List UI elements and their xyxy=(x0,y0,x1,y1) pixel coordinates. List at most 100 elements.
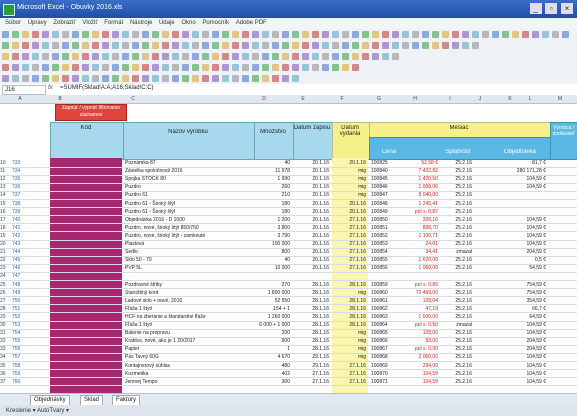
toolbar-button-icon[interactable] xyxy=(282,53,289,60)
toolbar-button-icon[interactable] xyxy=(322,53,329,60)
toolbar-button-icon[interactable] xyxy=(172,31,179,38)
toolbar-button-icon[interactable] xyxy=(332,31,339,38)
toolbar-button-icon[interactable] xyxy=(112,75,119,82)
toolbar-button-icon[interactable] xyxy=(362,53,369,60)
toolbar-button-icon[interactable] xyxy=(252,64,259,71)
toolbar-button-icon[interactable] xyxy=(352,53,359,60)
toolbar-button-icon[interactable] xyxy=(192,42,199,49)
toolbar-button-icon[interactable] xyxy=(182,53,189,60)
toolbar-button-icon[interactable] xyxy=(162,64,169,71)
toolbar-button-icon[interactable] xyxy=(32,31,39,38)
toolbar-button-icon[interactable] xyxy=(142,64,149,71)
toolbar-button-icon[interactable] xyxy=(222,53,229,60)
toolbar-button-icon[interactable] xyxy=(162,75,169,82)
toolbar-button-icon[interactable] xyxy=(252,42,259,49)
toolbar-button-icon[interactable] xyxy=(132,53,139,60)
toolbar-button-icon[interactable] xyxy=(32,75,39,82)
toolbar-button-icon[interactable] xyxy=(272,31,279,38)
toolbar-button-icon[interactable] xyxy=(162,31,169,38)
toolbar-button-icon[interactable] xyxy=(132,42,139,49)
toolbar-button-icon[interactable] xyxy=(402,42,409,49)
toolbar-button-icon[interactable] xyxy=(432,31,439,38)
toolbar-button-icon[interactable] xyxy=(442,31,449,38)
toolbar-button-icon[interactable] xyxy=(392,53,399,60)
toolbar-button-icon[interactable] xyxy=(112,31,119,38)
formula-input[interactable]: =SUMIF(Sklad!A:A;A16;Sklad!C:C) xyxy=(60,85,154,91)
toolbar-button-icon[interactable] xyxy=(232,53,239,60)
toolbar-button-icon[interactable] xyxy=(212,64,219,71)
toolbar-button-icon[interactable] xyxy=(132,75,139,82)
toolbar-button-icon[interactable] xyxy=(62,75,69,82)
toolbar-button-icon[interactable] xyxy=(212,75,219,82)
toolbar-button-icon[interactable] xyxy=(432,42,439,49)
toolbar-button-icon[interactable] xyxy=(282,75,289,82)
toolbar-button-icon[interactable] xyxy=(502,31,509,38)
toolbar-button-icon[interactable] xyxy=(352,42,359,49)
toolbar-button-icon[interactable] xyxy=(82,31,89,38)
toolbar-button-icon[interactable] xyxy=(52,75,59,82)
column-letter[interactable]: L xyxy=(520,95,540,103)
toolbar-button-icon[interactable] xyxy=(242,42,249,49)
toolbar-button-icon[interactable] xyxy=(212,31,219,38)
toolbar-button-icon[interactable] xyxy=(212,42,219,49)
toolbar-button-icon[interactable] xyxy=(82,42,89,49)
toolbar-button-icon[interactable] xyxy=(402,31,409,38)
toolbar-button-icon[interactable] xyxy=(462,31,469,38)
toolbar-button-icon[interactable] xyxy=(392,42,399,49)
toolbar-button-icon[interactable] xyxy=(382,53,389,60)
toolbar-button-icon[interactable] xyxy=(192,53,199,60)
toolbar-button-icon[interactable] xyxy=(142,31,149,38)
toolbar-button-icon[interactable] xyxy=(352,31,359,38)
toolbar-button-icon[interactable] xyxy=(472,31,479,38)
name-box[interactable]: J16 xyxy=(2,85,46,95)
toolbar-button-icon[interactable] xyxy=(152,42,159,49)
toolbar-button-icon[interactable] xyxy=(172,64,179,71)
menu-insert[interactable]: Vložiť xyxy=(82,18,97,29)
toolbar-button-icon[interactable] xyxy=(242,31,249,38)
toolbar-button-icon[interactable] xyxy=(242,53,249,60)
toolbar-button-icon[interactable] xyxy=(2,53,9,60)
toolbar-button-icon[interactable] xyxy=(302,42,309,49)
toolbar-button-icon[interactable] xyxy=(272,75,279,82)
toolbar-button-icon[interactable] xyxy=(302,64,309,71)
toolbar-button-icon[interactable] xyxy=(492,31,499,38)
toolbar-button-icon[interactable] xyxy=(112,42,119,49)
toolbar-button-icon[interactable] xyxy=(122,75,129,82)
toolbar-button-icon[interactable] xyxy=(52,42,59,49)
toolbar-button-icon[interactable] xyxy=(42,53,49,60)
toolbar-button-icon[interactable] xyxy=(92,42,99,49)
toolbar-button-icon[interactable] xyxy=(122,64,129,71)
toolbar-button-icon[interactable] xyxy=(192,75,199,82)
toolbar-button-icon[interactable] xyxy=(82,53,89,60)
column-letter[interactable]: K xyxy=(500,95,520,103)
toolbar-button-icon[interactable] xyxy=(342,31,349,38)
toolbar-button-icon[interactable] xyxy=(72,42,79,49)
toolbar-button-icon[interactable] xyxy=(322,42,329,49)
menu-view[interactable]: Zobraziť xyxy=(53,18,75,29)
toolbar-button-icon[interactable] xyxy=(472,42,479,49)
header-name-cell[interactable] xyxy=(123,122,255,160)
toolbar-button-icon[interactable] xyxy=(202,75,209,82)
column-letter[interactable]: M xyxy=(550,95,570,103)
drawing-menu[interactable]: Kreslenie ▾ AutoTvary ▾ xyxy=(6,407,69,414)
toolbar-button-icon[interactable] xyxy=(112,53,119,60)
toolbar-button-icon[interactable] xyxy=(122,53,129,60)
toolbar-button-icon[interactable] xyxy=(142,42,149,49)
toolbar-button-icon[interactable] xyxy=(32,42,39,49)
toolbar-button-icon[interactable] xyxy=(142,75,149,82)
toolbar-button-icon[interactable] xyxy=(262,75,269,82)
toolbar-button-icon[interactable] xyxy=(262,42,269,49)
toolbar-button-icon[interactable] xyxy=(282,42,289,49)
maximize-button[interactable]: ▫ xyxy=(545,3,558,14)
column-letter[interactable]: D xyxy=(254,95,274,103)
toolbar-button-icon[interactable] xyxy=(72,64,79,71)
toolbar-button-icon[interactable] xyxy=(202,64,209,71)
toolbar-button-icon[interactable] xyxy=(92,31,99,38)
toolbar-button-icon[interactable] xyxy=(262,53,269,60)
toolbar-button-icon[interactable] xyxy=(92,64,99,71)
toolbar-button-icon[interactable] xyxy=(182,31,189,38)
menu-edit[interactable]: Úpravy xyxy=(28,18,47,29)
toolbar-button-icon[interactable] xyxy=(202,42,209,49)
toolbar-button-icon[interactable] xyxy=(442,42,449,49)
toolbar-button-icon[interactable] xyxy=(222,42,229,49)
